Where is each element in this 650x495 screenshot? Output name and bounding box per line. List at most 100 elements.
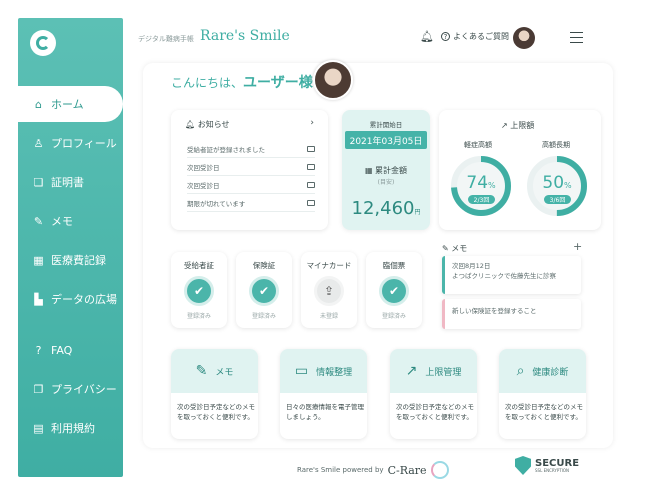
edit-icon: ✎	[33, 214, 44, 228]
gauge-percent: 50	[542, 173, 565, 193]
app-subtitle: デジタル難病手帳	[138, 35, 194, 43]
sidebar-item-faq[interactable]: ? FAQ	[18, 332, 123, 368]
check-icon: ✔	[249, 276, 279, 306]
news-item-text: 次回受診日	[187, 164, 220, 172]
check-icon: ✔	[184, 276, 214, 306]
feature-label: メモ	[215, 367, 234, 378]
feature-card-memo[interactable]: ✎ メモ 次の受診日予定などのメモを取っておくと便利です。	[171, 349, 258, 439]
secure-label: SECURE	[535, 457, 580, 469]
amount-unit: 円	[414, 209, 421, 216]
feature-card-limit[interactable]: ↗ 上限管理 次の受診日予定などのメモを取っておくと便利です。	[390, 349, 477, 439]
sidebar-item-label: ホーム	[51, 98, 84, 111]
memo-title-text: メモ	[451, 244, 468, 253]
gauge-label: 軽症高額	[464, 141, 492, 149]
sidebar-item-data-plaza[interactable]: ▙ データの広場	[18, 281, 123, 317]
memo-item[interactable]: 次回8月12日 よつばクリニックで佐藤先生に診察	[442, 256, 581, 294]
gauge-value: 50%	[542, 173, 572, 193]
gauge-count: 3/6回	[544, 195, 571, 204]
feature-header: ⌕ 健康診断	[499, 349, 586, 393]
certificate-icon: ❏	[33, 175, 44, 189]
sidebar-item-home[interactable]: ⌂ ホーム	[18, 86, 123, 122]
news-card: 🔔︎ お知らせ › 受給者証が登録されました 次回受診日 次回受診日 期限が切れ…	[171, 110, 328, 230]
sidebar-item-label: メモ	[51, 215, 73, 228]
powered-by: Rare's Smile powered by	[297, 466, 384, 474]
memo-title: ✎ メモ	[442, 244, 468, 253]
avatar[interactable]	[513, 27, 535, 49]
feature-header: ▭ 情報整理	[280, 349, 367, 393]
start-date: 2021年03月05日	[345, 131, 427, 149]
certificate-card-mynumber[interactable]: マイナカード ⇪ 未登録	[301, 252, 357, 328]
app-title: Rare's Smile	[200, 28, 290, 44]
amount-note: (目安)	[377, 179, 395, 186]
check-icon: ✔	[379, 276, 409, 306]
greeting: こんにちは、ユーザー様	[171, 72, 313, 92]
sidebar-item-certificates[interactable]: ❏ 証明書	[18, 164, 123, 200]
help-icon: ?	[35, 343, 42, 357]
chevron-right-icon[interactable]: ›	[310, 118, 314, 128]
brand-mark-icon	[430, 461, 449, 479]
notification-bell-icon[interactable]: 🔔︎	[420, 30, 434, 43]
add-memo-button[interactable]: +	[573, 240, 582, 253]
faq-link-label: よくあるご質問	[453, 32, 509, 41]
trend-icon: ↗	[405, 363, 418, 379]
feature-description: 次の受診日予定などのメモを取っておくと便利です。	[396, 403, 474, 422]
gauge-count: 2/3回	[468, 195, 495, 204]
certificate-card-insurance[interactable]: 保険証 ✔ 登録済み	[236, 252, 292, 328]
brand-logo: C-Rare	[387, 463, 427, 477]
shield-icon	[515, 456, 531, 475]
sidebar-item-profile[interactable]: ♙ プロフィール	[18, 125, 123, 161]
edit-icon: ✎	[195, 363, 208, 379]
news-item-text: 期限が切れています	[187, 200, 246, 208]
memo-line: よつばクリニックで佐藤先生に診察	[452, 271, 556, 280]
folder-icon: ▭	[294, 363, 309, 379]
certificate-card-clinical[interactable]: 臨個票 ✔ 登録済み	[366, 252, 422, 328]
faq-link[interactable]: ? よくあるご質問	[441, 31, 509, 42]
mail-icon	[307, 182, 315, 188]
feature-label: 上限管理	[425, 367, 462, 378]
mail-icon	[307, 200, 315, 206]
feature-card-info[interactable]: ▭ 情報整理 日々の医療情報を電子管理しましょう。	[280, 349, 367, 439]
records-icon: ▦	[33, 253, 44, 267]
sidebar-item-medical-records[interactable]: ▦ 医療費記録	[18, 242, 123, 278]
news-item-text: 次回受診日	[187, 182, 220, 190]
list-item[interactable]: 受給者証が登録されました	[187, 141, 315, 158]
list-item[interactable]: 期限が切れています	[187, 195, 315, 212]
sidebar: ⌂ ホーム ♙ プロフィール ❏ 証明書 ✎ メモ ▦ 医療費記録 ▙ データの…	[18, 18, 123, 477]
profile-avatar[interactable]	[313, 60, 353, 100]
feature-card-checkup[interactable]: ⌕ 健康診断 次の受診日予定などのメモを取っておくと便利です。	[499, 349, 586, 439]
amount-label: ▦ 累計金額	[364, 166, 408, 175]
mail-icon	[307, 164, 315, 170]
feature-label: 健康診断	[532, 367, 569, 378]
gauge-percent: 74	[466, 173, 489, 193]
help-icon: ?	[441, 32, 450, 41]
cumulative-card: 累計開始日 2021年03月05日 ▦ 累計金額 (目安) 12,460円	[342, 110, 430, 230]
greeting-prefix: こんにちは、	[171, 76, 244, 90]
memo-item[interactable]: 新しい保険証を登録すること	[442, 299, 581, 329]
cert-status: 登録済み	[381, 313, 406, 320]
cert-title: 保険証	[252, 261, 276, 270]
sidebar-item-memo[interactable]: ✎ メモ	[18, 203, 123, 239]
certificate-card-recipient[interactable]: 受給者証 ✔ 登録済み	[171, 252, 227, 328]
mail-icon	[307, 146, 315, 152]
news-title-text: お知らせ	[197, 120, 230, 129]
user-icon: ♙	[33, 136, 44, 150]
hamburger-menu-icon[interactable]	[570, 32, 583, 43]
app-logo[interactable]	[30, 30, 56, 56]
amount-number: 12,460	[351, 198, 415, 219]
sidebar-item-label: データの広場	[51, 293, 117, 306]
list-item[interactable]: 次回受診日	[187, 159, 315, 176]
secure-text: SECURE SSL ENCRYPTION	[535, 457, 580, 473]
sidebar-item-label: 証明書	[51, 176, 84, 189]
amount-value: 12,460円	[342, 198, 430, 219]
memo-line: 次回8月12日	[452, 262, 491, 270]
sidebar-item-privacy[interactable]: ❐ プライバシー	[18, 371, 123, 407]
footer: Rare's Smile powered by C-Rare	[297, 461, 449, 479]
sidebar-item-label: プライバシー	[51, 383, 117, 396]
sidebar-item-terms[interactable]: ▤ 利用規約	[18, 410, 123, 446]
limits-title-text: 上限額	[510, 121, 535, 130]
list-item[interactable]: 次回受診日	[187, 177, 315, 194]
privacy-icon: ❐	[33, 382, 44, 396]
limits-card: ↗ 上限額 軽症高額 高額長期 74% 2/3回 50% 3/6回	[439, 110, 601, 230]
gauge-light-high-cost: 74% 2/3回	[449, 154, 513, 218]
sidebar-item-label: 医療費記録	[51, 254, 106, 267]
